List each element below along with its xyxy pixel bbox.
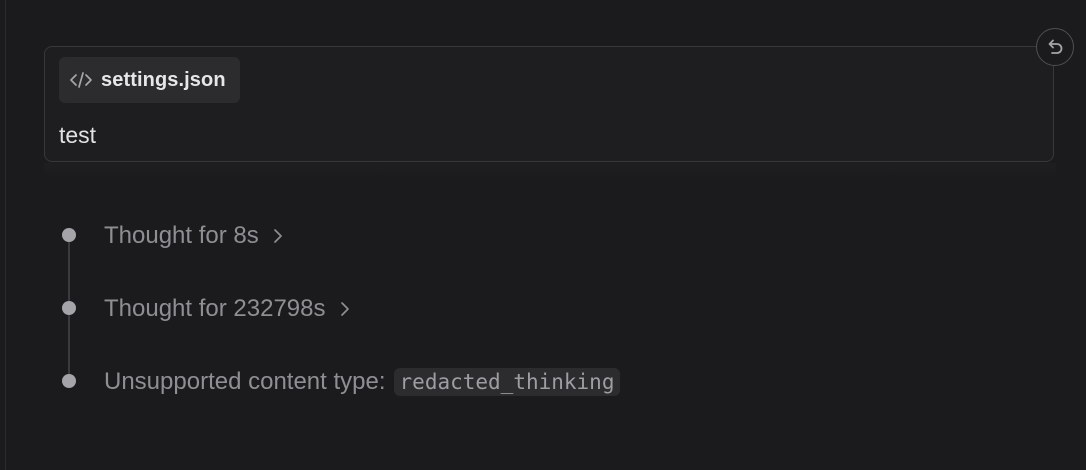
chevron-right-icon bbox=[340, 302, 349, 316]
code-icon bbox=[70, 72, 92, 88]
revert-button[interactable] bbox=[1036, 28, 1074, 66]
timeline-dot bbox=[62, 228, 76, 242]
content-type-code: redacted_thinking bbox=[393, 368, 621, 396]
thought-item-2[interactable]: Thought for 232798s bbox=[104, 293, 354, 325]
attachment-file-name: settings.json bbox=[101, 68, 226, 91]
card-shadow bbox=[44, 163, 1056, 177]
attachment-chip[interactable]: settings.json bbox=[59, 57, 240, 103]
unsupported-content-item: Unsupported content type: redacted_think… bbox=[104, 366, 621, 398]
unsupported-content-label: Unsupported content type: bbox=[104, 368, 386, 395]
undo-icon bbox=[1048, 39, 1063, 54]
thought-label: Thought for 8s bbox=[104, 222, 259, 249]
message-text: test bbox=[59, 122, 97, 148]
chevron-right-icon bbox=[273, 229, 282, 243]
thought-item-1[interactable]: Thought for 8s bbox=[104, 220, 287, 252]
timeline-dot bbox=[62, 301, 76, 315]
thought-label: Thought for 232798s bbox=[104, 295, 326, 322]
user-message-card: settings.json test bbox=[44, 46, 1054, 162]
left-divider bbox=[5, 0, 6, 470]
timeline-dot bbox=[62, 374, 76, 388]
